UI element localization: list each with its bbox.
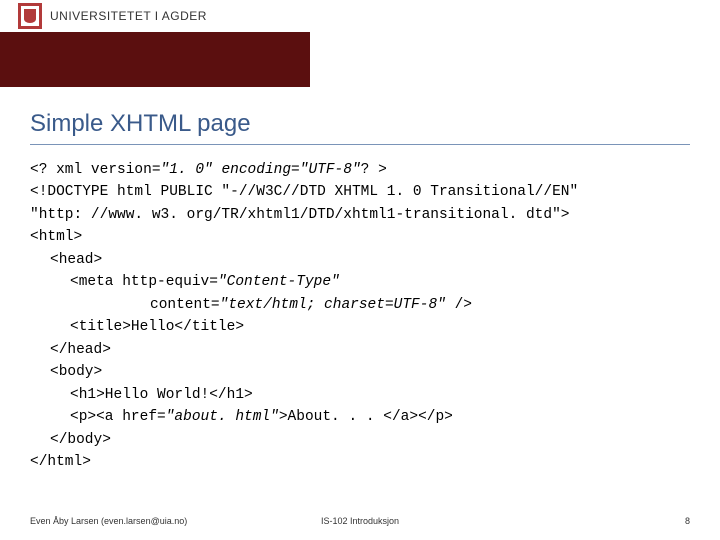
- code-line: <? xml version="1. 0" encoding="UTF-8"? …: [30, 162, 387, 178]
- code-line: </head>: [30, 339, 690, 361]
- code-line: <p><a href="about. html">About. . . </a>…: [30, 406, 690, 428]
- uia-logo-icon: [18, 3, 42, 29]
- footer-author: Even Åby Larsen (even.larsen@uia.no): [30, 516, 187, 526]
- code-line: content="text/html; charset=UTF-8" />: [30, 294, 690, 316]
- code-block: <? xml version="1. 0" encoding="UTF-8"? …: [30, 159, 690, 474]
- code-line: <html>: [30, 229, 82, 245]
- accent-band: [0, 32, 310, 87]
- footer-page-number: 8: [685, 516, 690, 526]
- code-line: "http: //www. w3. org/TR/xhtml1/DTD/xhtm…: [30, 207, 570, 223]
- code-line: <meta http-equiv="Content-Type": [30, 271, 690, 293]
- university-name: UNIVERSITETET I AGDER: [50, 9, 207, 23]
- code-line: </body>: [30, 429, 690, 451]
- footer: Even Åby Larsen (even.larsen@uia.no) IS-…: [30, 516, 690, 526]
- code-line: <!DOCTYPE html PUBLIC "-//W3C//DTD XHTML…: [30, 184, 578, 200]
- slide-title: Simple XHTML page: [30, 110, 690, 145]
- code-line: </html>: [30, 454, 91, 470]
- university-logo: UNIVERSITETET I AGDER: [18, 3, 207, 29]
- code-line: <head>: [30, 249, 690, 271]
- footer-course: IS-102 Introduksjon: [321, 516, 399, 526]
- code-line: <title>Hello</title>: [30, 316, 690, 338]
- code-line: <h1>Hello World!</h1>: [30, 384, 690, 406]
- slide-content: Simple XHTML page <? xml version="1. 0" …: [0, 60, 720, 474]
- code-line: <body>: [30, 361, 690, 383]
- header-bar: UNIVERSITETET I AGDER: [0, 0, 720, 60]
